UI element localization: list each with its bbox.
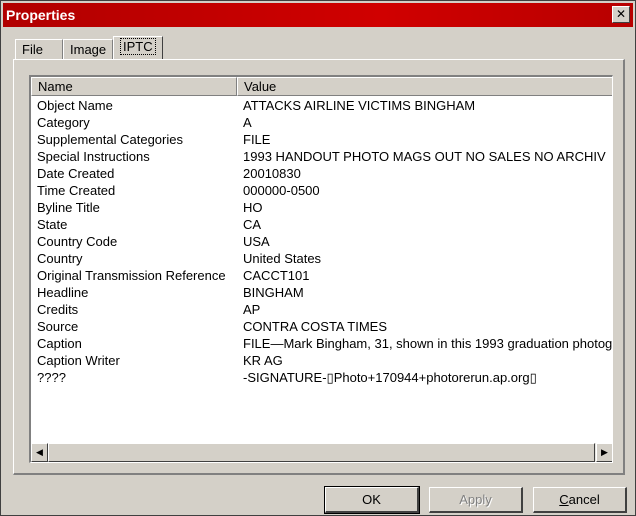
tab-file[interactable]: File (15, 39, 63, 60)
title-bar[interactable]: Properties ✕ (3, 3, 633, 27)
table-row[interactable]: Country Code USA (31, 233, 612, 250)
table-row[interactable]: Object Name ATTACKS AIRLINE VICTIMS BINGH… (31, 97, 612, 114)
table-row[interactable]: Source CONTRA COSTA TIMES (31, 318, 612, 335)
row-name: State (37, 217, 68, 232)
table-row[interactable]: Caption Writer KR AG (31, 352, 612, 369)
list-header: Name Value (31, 77, 612, 96)
row-name: Headline (37, 285, 89, 300)
row-value: CA (243, 217, 262, 232)
table-row[interactable]: Byline Title HO (31, 199, 612, 216)
cancel-label: ancel (568, 492, 600, 507)
cancel-button[interactable]: Cancel (533, 487, 627, 513)
row-name: Source (37, 319, 79, 334)
tab-iptc-label: IPTC (120, 38, 156, 55)
row-value: ATTACKS AIRLINE VICTIMS BINGHAM (243, 98, 476, 113)
table-row[interactable]: Headline BINGHAM (31, 284, 612, 301)
row-name: Country Code (37, 234, 118, 249)
close-icon: ✕ (615, 7, 627, 21)
iptc-list[interactable]: Name Value Object Name ATTACKS AIRLINE VI… (29, 75, 613, 463)
tab-image-label: Image (70, 42, 107, 57)
scroll-thumb[interactable] (48, 443, 595, 462)
row-name: Special Instructions (37, 149, 150, 164)
cancel-accelerator: C (559, 492, 569, 507)
row-value: 1993 HANDOUT PHOTO MAGS OUT NO SALES NO … (243, 149, 606, 164)
scroll-right-button[interactable]: ▶ (596, 443, 612, 462)
window-title: Properties (6, 7, 76, 23)
row-value: CONTRA COSTA TIMES (243, 319, 387, 334)
table-row[interactable]: Original Transmission Reference CACCT101 (31, 267, 612, 284)
row-value: FILE (243, 132, 271, 147)
row-name: Original Transmission Reference (37, 268, 226, 283)
row-value: KR AG (243, 353, 283, 368)
tab-iptc[interactable]: IPTC (113, 36, 163, 60)
row-name: Caption (37, 336, 82, 351)
arrow-left-icon: ◀ (36, 447, 43, 457)
ok-button[interactable]: OK (324, 486, 420, 514)
column-header-value[interactable]: Value (237, 77, 612, 96)
table-row[interactable]: Special Instructions 1993 HANDOUT PHOTO M… (31, 148, 612, 165)
row-value: United States (243, 251, 322, 266)
row-name: Category (37, 115, 90, 130)
tab-image[interactable]: Image (63, 39, 113, 60)
apply-label: Apply (459, 492, 492, 507)
row-value: -SIGNATURE-▯Photo+170944+photorerun.ap.o… (243, 370, 537, 385)
row-value: 20010830 (243, 166, 301, 181)
arrow-right-icon: ▶ (601, 447, 608, 457)
table-row[interactable]: State CA (31, 216, 612, 233)
row-value: USA (243, 234, 270, 249)
row-name: Time Created (37, 183, 116, 198)
table-row[interactable]: ???? -SIGNATURE-▯Photo+170944+photorerun.… (31, 369, 612, 386)
apply-button[interactable]: Apply (429, 487, 523, 513)
properties-dialog: Properties ✕ File Image IPTC Name Value … (0, 0, 636, 516)
table-row[interactable]: Date Created 20010830 (31, 165, 612, 182)
row-name: Credits (37, 302, 79, 317)
scroll-left-button[interactable]: ◀ (31, 443, 48, 462)
table-row[interactable]: Category A (31, 114, 612, 131)
row-name: Object Name (37, 98, 113, 113)
close-button[interactable]: ✕ (612, 6, 630, 23)
column-name-label: Name (38, 79, 73, 94)
row-value: FILE—Mark Bingham, 31, shown in this 199… (243, 336, 613, 351)
table-row[interactable]: Country United States (31, 250, 612, 267)
table-row[interactable]: Time Created 000000-0500 (31, 182, 612, 199)
column-header-name[interactable]: Name (31, 77, 237, 96)
horizontal-scrollbar[interactable]: ◀ ▶ (31, 443, 612, 462)
column-value-label: Value (244, 79, 277, 94)
row-value: A (243, 115, 252, 130)
row-value: 000000-0500 (243, 183, 320, 198)
table-row[interactable]: Caption FILE—Mark Bingham, 31, shown in t… (31, 335, 613, 352)
row-name: ???? (37, 370, 66, 385)
tab-file-label: File (22, 42, 43, 57)
row-value: CACCT101 (243, 268, 310, 283)
row-name: Byline Title (37, 200, 100, 215)
row-name: Supplemental Categories (37, 132, 183, 147)
row-value: HO (243, 200, 263, 215)
ok-label: OK (362, 492, 381, 507)
table-row[interactable]: Credits AP (31, 301, 612, 318)
row-name: Country (37, 251, 83, 266)
row-value: AP (243, 302, 261, 317)
row-value: BINGHAM (243, 285, 304, 300)
row-name: Date Created (37, 166, 115, 181)
table-row[interactable]: Supplemental Categories FILE (31, 131, 612, 148)
list-rows: Object Name ATTACKS AIRLINE VICTIMS BINGH… (31, 97, 613, 386)
row-name: Caption Writer (37, 353, 120, 368)
